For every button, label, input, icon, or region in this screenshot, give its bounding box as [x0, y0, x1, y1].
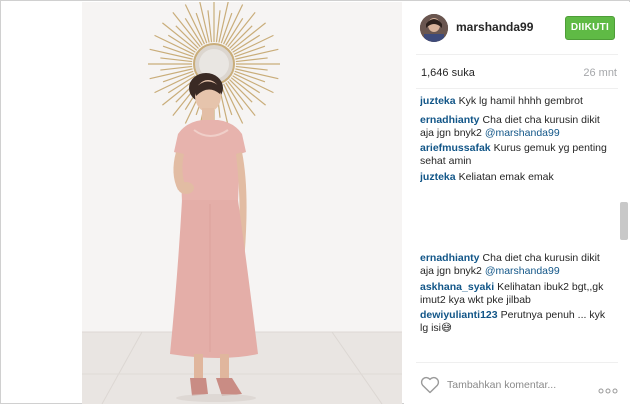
- comment-username[interactable]: ernadhianty: [420, 252, 480, 264]
- comment-item: ariefmussafak Kurus gemuk yg penting seha…: [420, 142, 610, 168]
- instagram-post-modal: marshanda99 DIIKUTI 1,646 suka 26 mnt ju…: [0, 0, 630, 404]
- divider: [416, 88, 618, 89]
- post-stats: 1,646 suka 26 mnt: [421, 67, 617, 83]
- comment-list[interactable]: juzteka Kyk lg hamil hhhh gembrot ernadhi…: [420, 95, 610, 357]
- comment-text: Keliatan emak emak: [458, 171, 554, 183]
- comment-text: Kyk lg hamil hhhh gembrot: [458, 95, 583, 107]
- following-button[interactable]: DIIKUTI: [565, 16, 615, 40]
- avatar[interactable]: [420, 14, 448, 42]
- comment-item: askhana_syaki Kelihatan ibuk2 bgt,,gk imu…: [420, 281, 610, 307]
- divider: [416, 54, 618, 55]
- comment-item: juzteka Keliatan emak emak: [420, 171, 610, 184]
- comment-username[interactable]: dewiyulianti123: [420, 309, 498, 321]
- like-count[interactable]: 1,646 suka: [421, 67, 475, 79]
- comment-username[interactable]: juzteka: [420, 171, 456, 183]
- comment-item: ernadhianty Cha diet cha kurusin dikit aj…: [420, 114, 610, 140]
- heart-outline-icon[interactable]: [420, 376, 440, 394]
- comment-item: ernadhianty Cha diet cha kurusin dikit aj…: [420, 252, 610, 278]
- comments-scrollbar[interactable]: [620, 202, 628, 240]
- comment-username[interactable]: juzteka: [420, 95, 456, 107]
- post-timestamp[interactable]: 26 mnt: [583, 67, 617, 79]
- post-photo[interactable]: [82, 2, 402, 404]
- more-options-icon[interactable]: [598, 381, 618, 394]
- comment-mention[interactable]: @marshanda99: [485, 265, 560, 277]
- comment-username[interactable]: ariefmussafak: [420, 142, 491, 154]
- comment-mention[interactable]: @marshanda99: [485, 127, 560, 139]
- comment-username[interactable]: ernadhianty: [420, 114, 480, 126]
- comment-item: juzteka Kyk lg hamil hhhh gembrot: [420, 95, 610, 108]
- comment-username[interactable]: askhana_syaki: [420, 281, 494, 293]
- post-username[interactable]: marshanda99: [456, 20, 533, 34]
- post-side-panel: marshanda99 DIIKUTI 1,646 suka 26 mnt ju…: [404, 2, 630, 404]
- post-header: marshanda99 DIIKUTI: [404, 2, 630, 54]
- comment-item: dewiyulianti123 Perutnya penuh ... kyk lg…: [420, 309, 610, 335]
- divider: [416, 362, 618, 363]
- post-footer: Tambahkan komentar...: [404, 368, 630, 404]
- add-comment-input[interactable]: Tambahkan komentar...: [447, 379, 556, 391]
